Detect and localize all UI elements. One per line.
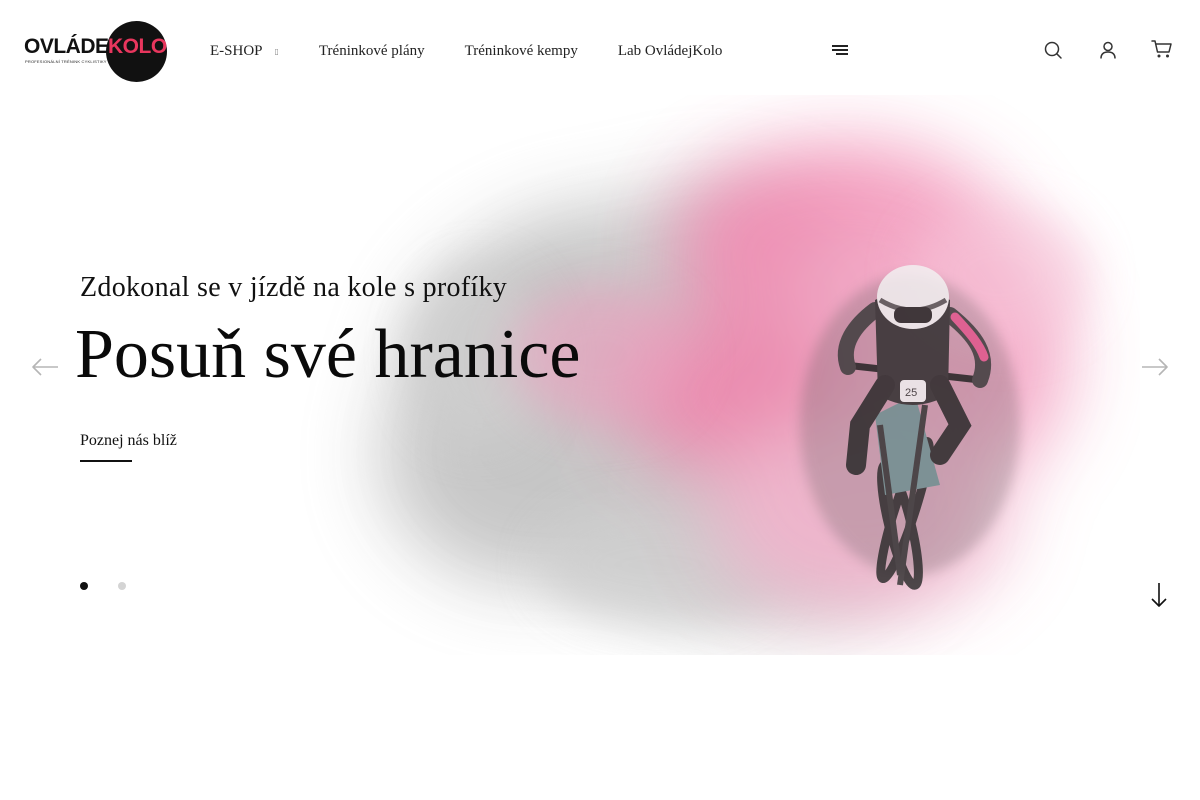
nav-item-lab[interactable]: Lab OvládejKolo xyxy=(618,43,723,60)
site-header: OVLÁDEJ Profesionální trénink cyklistiky… xyxy=(0,0,1200,100)
slider-dot-1[interactable] xyxy=(80,582,88,590)
arrow-right-icon[interactable] xyxy=(1141,356,1169,378)
page: 25 OVLÁDEJ Profesionální trénink cyklist… xyxy=(0,0,1200,800)
menu-icon[interactable] xyxy=(832,45,848,55)
nav-item-training-plans[interactable]: Tréninkové plány xyxy=(319,43,425,60)
hero-rider-image: 25 xyxy=(380,145,1090,625)
slider-dot-2[interactable] xyxy=(118,582,126,590)
nav-item-label: Tréninkové kempy xyxy=(464,42,578,59)
main-nav: E-SHOP ▯ Tréninkové plány Tréninkové kem… xyxy=(210,40,762,62)
arrow-left-icon[interactable] xyxy=(31,356,59,378)
nav-item-label: E-SHOP xyxy=(210,42,263,59)
nav-item-eshop[interactable]: E-SHOP ▯ xyxy=(210,43,279,60)
nav-item-training-camps[interactable]: Tréninkové kempy xyxy=(465,43,578,60)
dropdown-icon: ▯ xyxy=(274,46,279,56)
nav-item-label: Tréninkové plány xyxy=(318,42,425,59)
search-icon[interactable] xyxy=(1043,40,1063,60)
slider-pagination xyxy=(80,582,156,590)
logo-text-right: KOLO xyxy=(108,35,167,58)
user-icon[interactable] xyxy=(1098,40,1118,60)
cart-icon[interactable] xyxy=(1151,39,1173,59)
svg-text:25: 25 xyxy=(905,387,917,399)
site-logo[interactable]: OVLÁDEJ Profesionální trénink cyklistiky… xyxy=(22,21,168,82)
nav-item-label: Lab OvládejKolo xyxy=(617,42,723,59)
cta-underline xyxy=(80,460,132,462)
arrow-down-icon[interactable] xyxy=(1149,582,1169,608)
hero-cta-link[interactable]: Poznej nás blíž xyxy=(80,432,177,450)
logo-tagline: Profesionální trénink cyklistiky xyxy=(25,59,107,64)
